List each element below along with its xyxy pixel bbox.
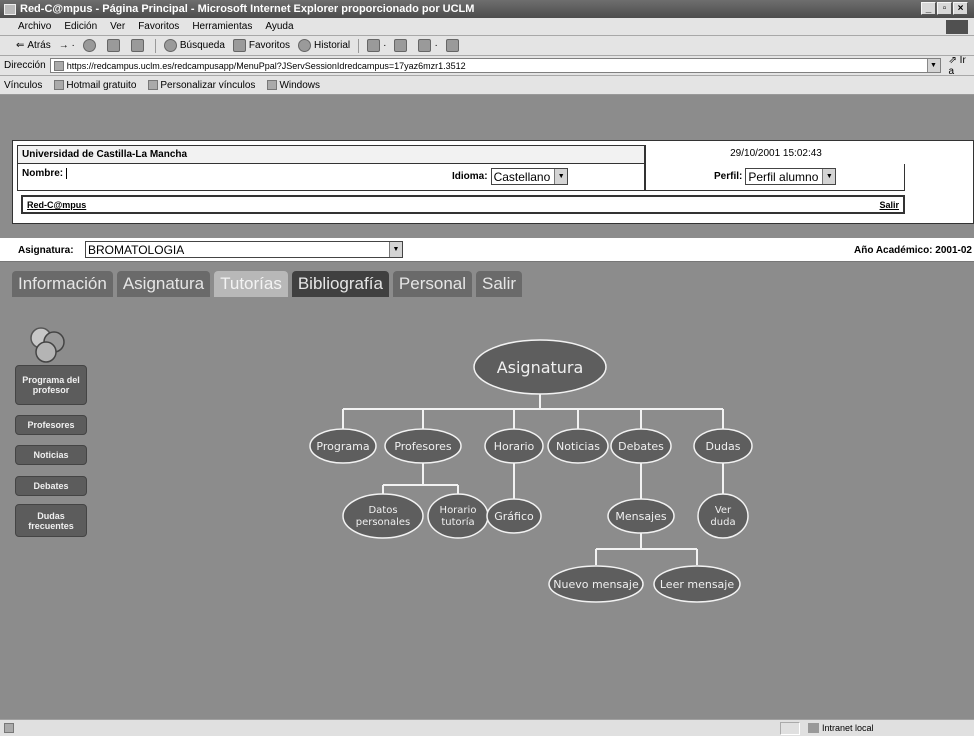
minimize-button[interactable]: _ xyxy=(921,2,936,15)
svg-text:Leer mensaje: Leer mensaje xyxy=(660,578,734,591)
svg-text:personales: personales xyxy=(356,517,411,528)
edit-icon xyxy=(418,39,432,52)
svg-text:Horario: Horario xyxy=(440,505,477,516)
svg-text:Datos: Datos xyxy=(368,505,397,516)
svg-text:Programa: Programa xyxy=(316,440,369,453)
links-label: Vínculos xyxy=(4,79,43,91)
discuss-icon xyxy=(445,39,459,52)
svg-text:Mensajes: Mensajes xyxy=(615,510,667,523)
go-button[interactable]: ⇗ Ir a xyxy=(949,55,974,77)
svg-text:Gráfico: Gráfico xyxy=(494,510,534,523)
forward-button[interactable]: → · xyxy=(59,40,75,51)
menu-bar: Archivo Edición Ver Favoritos Herramient… xyxy=(0,18,974,36)
close-button[interactable]: × xyxy=(953,2,968,15)
edit-button[interactable]: · xyxy=(418,39,438,52)
diagram-node-leer-mensaje[interactable]: Leer mensaje xyxy=(653,565,741,603)
back-button[interactable]: ⇐ Atrás xyxy=(16,40,51,51)
print-icon xyxy=(394,39,408,52)
status-segment xyxy=(780,722,800,735)
link-personalizar[interactable]: Personalizar vínculos xyxy=(148,80,255,91)
links-bar: Vínculos Hotmail gratuito Personalizar v… xyxy=(0,76,974,95)
svg-text:Debates: Debates xyxy=(618,440,664,453)
ie-icon xyxy=(4,3,16,15)
favorites-icon xyxy=(232,39,246,52)
diagram-node-horario-tutoria[interactable]: Horario tutoría xyxy=(427,493,489,539)
svg-text:Noticias: Noticias xyxy=(556,440,600,453)
diagram-node-asignatura[interactable]: Asignatura xyxy=(473,339,607,395)
home-icon xyxy=(130,39,144,52)
link-windows[interactable]: Windows xyxy=(267,80,320,91)
menu-ver[interactable]: Ver xyxy=(110,21,125,32)
diagram-node-grafico[interactable]: Gráfico xyxy=(486,498,542,534)
browser-toolbar: ⇐ Atrás → · Búsqueda Favoritos Historial … xyxy=(0,36,974,56)
link-hotmail[interactable]: Hotmail gratuito xyxy=(54,80,136,91)
toolbar-separator xyxy=(358,38,360,53)
diagram-connectors xyxy=(342,392,724,565)
diagram-node-dudas[interactable]: Dudas xyxy=(693,428,753,464)
back-arrow-icon: ⇐ xyxy=(16,40,25,51)
windows-logo-icon xyxy=(946,20,968,34)
url-input[interactable]: https://redcampus.uclm.es/redcampusapp/M… xyxy=(49,58,941,73)
web-page: Universidad de Castilla-La Mancha 29/10/… xyxy=(0,95,974,719)
svg-text:Dudas: Dudas xyxy=(706,440,741,453)
page-status-icon xyxy=(4,723,14,733)
chevron-down-icon[interactable]: ▼ xyxy=(926,59,940,72)
history-button[interactable]: Historial xyxy=(298,39,350,52)
search-icon xyxy=(163,39,177,52)
discuss-button[interactable] xyxy=(445,39,462,52)
diagram-node-ver-duda[interactable]: Ver duda xyxy=(697,493,749,539)
stop-button[interactable] xyxy=(82,39,99,52)
menu-archivo[interactable]: Archivo xyxy=(18,21,51,32)
diagram-node-programa[interactable]: Programa xyxy=(309,428,377,464)
svg-text:tutoría: tutoría xyxy=(441,516,474,528)
print-button[interactable] xyxy=(394,39,410,52)
intranet-zone-icon xyxy=(808,723,819,733)
security-zone: Intranet local xyxy=(808,723,874,733)
menu-herramientas[interactable]: Herramientas xyxy=(192,21,252,32)
status-bar: Intranet local xyxy=(0,719,974,736)
menu-favoritos[interactable]: Favoritos xyxy=(138,21,179,32)
menu-edicion[interactable]: Edición xyxy=(64,21,97,32)
window-title-bar: Red-C@mpus - Página Principal - Microsof… xyxy=(0,0,974,18)
svg-text:Ver: Ver xyxy=(715,505,732,516)
home-button[interactable] xyxy=(130,39,147,52)
diagram-node-nuevo-mensaje[interactable]: Nuevo mensaje xyxy=(548,565,644,603)
svg-text:Horario: Horario xyxy=(494,440,535,453)
toolbar-separator xyxy=(154,38,156,53)
page-icon xyxy=(53,60,64,71)
url-text: https://redcampus.uclm.es/redcampusapp/M… xyxy=(66,60,466,71)
link-page-icon xyxy=(54,80,65,90)
svg-text:Nuevo mensaje: Nuevo mensaje xyxy=(553,578,639,591)
diagram-node-datos-personales[interactable]: Datos personales xyxy=(342,493,424,539)
refresh-button[interactable] xyxy=(106,39,123,52)
link-page-icon xyxy=(267,80,278,90)
site-map-diagram: Asignatura Programa Profesores Horario N… xyxy=(309,339,753,603)
diagram-node-horario[interactable]: Horario xyxy=(484,428,544,464)
favorites-button[interactable]: Favoritos xyxy=(232,39,290,52)
history-icon xyxy=(298,39,312,52)
mail-icon xyxy=(367,39,381,52)
svg-text:duda: duda xyxy=(710,517,735,528)
window-title: Red-C@mpus - Página Principal - Microsof… xyxy=(20,3,475,15)
menu-ayuda[interactable]: Ayuda xyxy=(265,21,293,32)
search-button[interactable]: Búsqueda xyxy=(163,39,225,52)
mail-button[interactable]: · xyxy=(367,39,386,52)
svg-text:Asignatura: Asignatura xyxy=(497,358,584,377)
address-label: Dirección xyxy=(4,60,46,71)
maximize-button[interactable]: ▫ xyxy=(937,2,952,15)
refresh-icon xyxy=(106,39,120,52)
stop-icon xyxy=(82,39,96,52)
diagram-node-mensajes[interactable]: Mensajes xyxy=(607,498,675,534)
diagram-node-noticias[interactable]: Noticias xyxy=(547,428,609,464)
diagram-node-profesores[interactable]: Profesores xyxy=(384,428,462,464)
link-page-icon xyxy=(148,80,159,90)
address-bar: Dirección https://redcampus.uclm.es/redc… xyxy=(0,55,974,77)
svg-text:Profesores: Profesores xyxy=(394,440,452,453)
diagram-node-debates[interactable]: Debates xyxy=(610,428,672,464)
